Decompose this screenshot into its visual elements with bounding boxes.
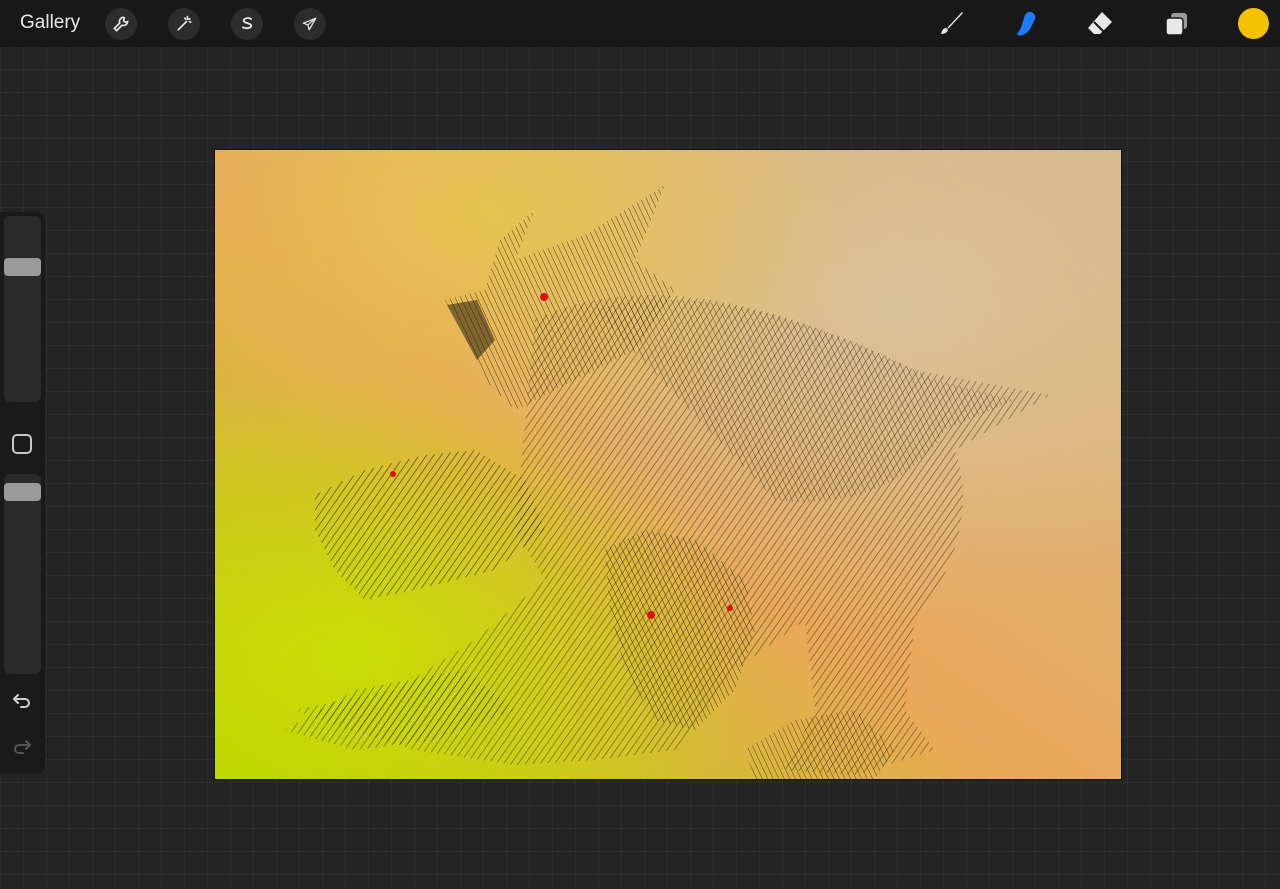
gallery-button[interactable]: Gallery bbox=[20, 12, 80, 34]
brush-icon bbox=[941, 12, 963, 34]
opacity-slider[interactable] bbox=[4, 474, 41, 674]
adjustments-button[interactable] bbox=[168, 8, 200, 40]
arrow-cursor-icon bbox=[302, 17, 317, 31]
actions-button[interactable] bbox=[105, 8, 137, 40]
smudge-finger-icon bbox=[1017, 11, 1036, 36]
left-sidebar bbox=[0, 212, 45, 774]
layers-tool-button[interactable] bbox=[1159, 6, 1195, 42]
opacity-handle[interactable] bbox=[4, 483, 41, 501]
brush-size-handle[interactable] bbox=[4, 258, 41, 276]
artwork-image bbox=[215, 150, 1121, 779]
redo-icon bbox=[14, 740, 31, 754]
undo-button[interactable] bbox=[10, 689, 34, 713]
transform-button[interactable] bbox=[294, 8, 326, 40]
brush-size-slider[interactable] bbox=[4, 216, 41, 402]
color-picker-button[interactable] bbox=[1238, 8, 1269, 39]
magic-wand-icon bbox=[177, 15, 192, 31]
eraser-tool-button[interactable] bbox=[1082, 6, 1118, 42]
selection-s-icon bbox=[241, 17, 253, 30]
brush-tool-button[interactable] bbox=[932, 6, 968, 42]
undo-icon bbox=[13, 694, 30, 708]
smudge-tool-button[interactable] bbox=[1008, 6, 1044, 42]
modify-square-icon[interactable] bbox=[12, 434, 32, 454]
drawing-canvas[interactable] bbox=[215, 150, 1121, 779]
wrench-icon bbox=[113, 16, 129, 32]
selection-button[interactable] bbox=[231, 8, 263, 40]
redo-button[interactable] bbox=[10, 735, 34, 759]
layers-icon bbox=[1165, 13, 1187, 36]
top-toolbar: Gallery bbox=[0, 0, 1280, 47]
eraser-icon bbox=[1088, 12, 1112, 34]
